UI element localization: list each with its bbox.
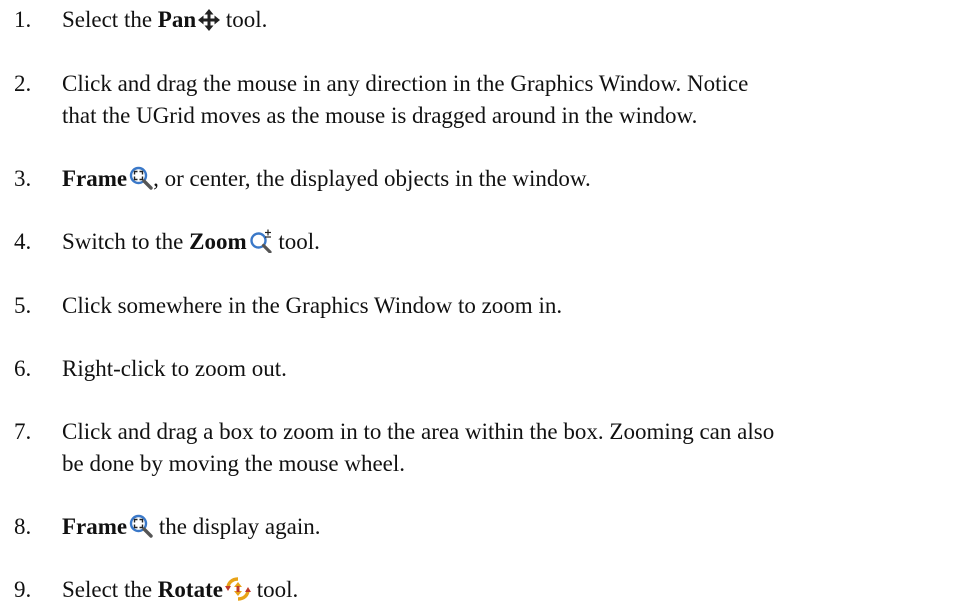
step-text: Frame the display again.: [62, 511, 967, 543]
step-bold-term: Zoom: [189, 229, 247, 254]
step-bold-term: Rotate: [157, 577, 223, 602]
step-text-post: , or center, the displayed objects in th…: [153, 166, 591, 191]
frame-icon: [129, 514, 153, 538]
step-bold-term: Frame: [62, 166, 128, 191]
rotate-icon: [224, 577, 251, 601]
step-text-line-2: be done by moving the mouse wheel.: [62, 451, 406, 476]
step-text: Frame , or center, the displayed objects…: [62, 163, 967, 195]
step-text-post: the display again.: [153, 514, 321, 539]
step-text-pre: Select the: [62, 7, 158, 32]
step-number: 2.: [14, 71, 32, 96]
step-text: Click somewhere in the Graphics Window t…: [62, 293, 563, 318]
step-number: 7.: [14, 419, 32, 444]
step-text: Select the Pan tool.: [62, 4, 967, 36]
step-text-pre: Select the: [62, 577, 158, 602]
step-text-post: tool.: [250, 577, 299, 602]
step-text-line-2: that the UGrid moves as the mouse is dra…: [62, 103, 698, 128]
step-bold-term: Frame: [62, 514, 128, 539]
step-text: Switch to the Zoom tool.: [62, 226, 967, 258]
step-number: 6.: [14, 356, 32, 381]
step-number: 8.: [14, 514, 32, 539]
step-text-line-1: Click and drag a box to zoom in to the a…: [62, 419, 775, 444]
step-number: 4.: [14, 229, 32, 254]
step-text-pre: Switch to the: [62, 229, 190, 254]
step-text-post: tool.: [272, 229, 320, 254]
pan-icon: [198, 9, 221, 31]
step-number: 9.: [14, 577, 32, 602]
step-text-line-1: Click and drag the mouse in any directio…: [62, 71, 749, 96]
step-bold-term: Pan: [157, 7, 197, 32]
step-number: 3.: [14, 166, 32, 191]
step-text: Right-click to zoom out.: [62, 356, 287, 381]
step-text-post: tool.: [220, 7, 268, 32]
zoom-icon: [249, 229, 273, 253]
step-number: 5.: [14, 293, 32, 318]
frame-icon: [129, 166, 153, 190]
step-text: Select the Rotate tool.: [62, 574, 967, 606]
step-number: 1.: [14, 7, 32, 32]
